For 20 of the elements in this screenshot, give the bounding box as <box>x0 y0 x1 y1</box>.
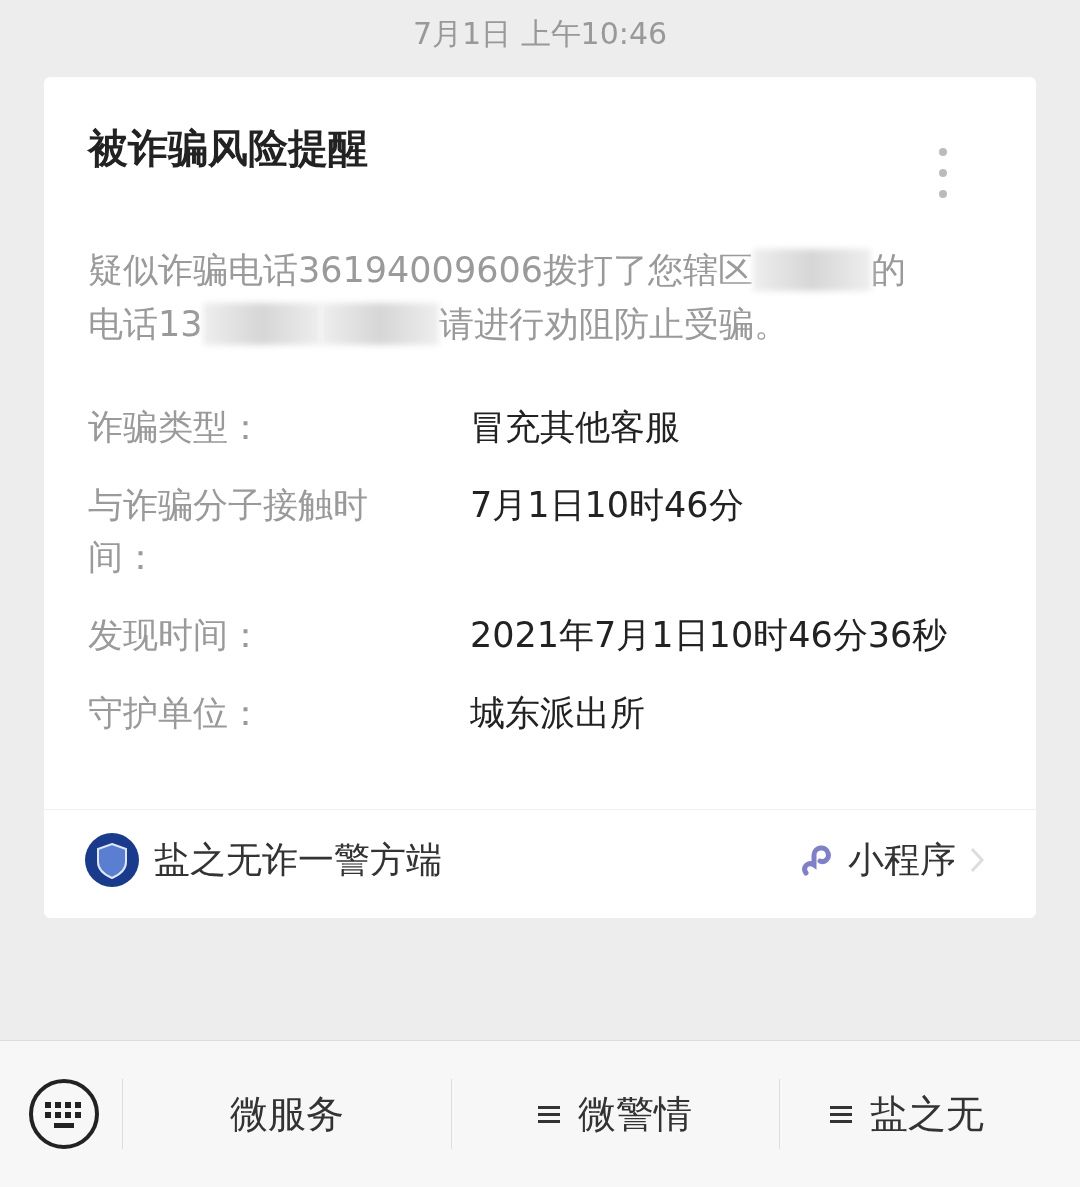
field-value: 城东派出所 <box>470 692 646 735</box>
message-card[interactable]: 被诈骗风险提醒 疑似诈骗电话36194009606拨打了您辖区 的 电话13 请进行劝阻防止受骗。 诈骗类型： 冒充其他客服 与诈骗分子接触时间： 7月1日10时46分 发现时间： 2021年7月1日10时46分36秒 守护单位： 城东派出所 盐之无诈一警方端 小程序 <box>44 77 1036 918</box>
alert-message: 疑似诈骗电话36194009606拨打了您辖区 的 电话13 请进行劝阻防止受骗。 <box>88 248 907 347</box>
field-label: 守护单位： <box>88 692 264 735</box>
card-title: 被诈骗风险提醒 <box>88 124 368 173</box>
message-timestamp: 7月1日 上午10:46 <box>412 15 668 53</box>
badge-logo-icon <box>84 832 140 888</box>
menu-button[interactable]: 微服务 <box>123 1087 451 1141</box>
menu-button[interactable]: 盐之无 <box>780 1087 1080 1141</box>
menu-button[interactable]: 微警情 <box>451 1087 779 1141</box>
mini-program-label: 小程序 <box>848 837 956 882</box>
field-label: 诈骗类型： <box>88 406 264 449</box>
keyboard-icon[interactable] <box>28 1078 100 1150</box>
mini-program-name: 盐之无诈一警方端 <box>154 837 443 882</box>
field-value: 7月1日10时46分 <box>470 484 745 527</box>
field-value: 冒充其他客服 <box>470 406 681 449</box>
field-value: 2021年7月1日10时46分36秒 <box>470 614 949 657</box>
field-label: 发现时间： <box>88 614 264 657</box>
chevron-right-icon <box>970 847 984 873</box>
field-label: 与诈骗分子接触时间： <box>88 484 369 579</box>
